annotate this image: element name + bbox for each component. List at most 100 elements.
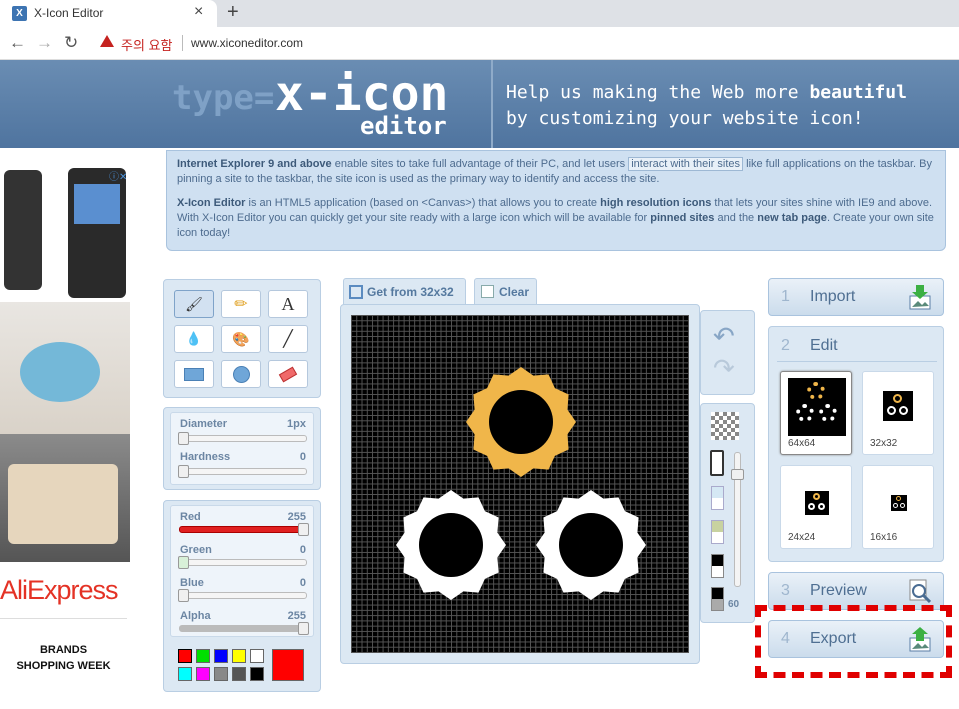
info-ie9-bold: Internet Explorer 9 and above [177,158,332,170]
color-swatch[interactable] [214,667,228,681]
size-64-thumbnail[interactable]: 64x64 [780,371,852,455]
eyedropper-icon: 💧 [185,331,203,346]
blue-slider-thumb[interactable] [178,589,189,602]
bg-option-white[interactable] [710,450,724,476]
brush-tool-button[interactable]: 🖌 [174,290,214,318]
color-swatch[interactable] [232,649,246,663]
transparent-bg-icon[interactable] [711,412,739,440]
icon-preview-64 [788,378,846,436]
gear-hole [419,513,483,577]
url-input[interactable]: www.xiconeditor.com [191,36,303,50]
ad-brands-text[interactable]: BRANDS SHOPPING WEEK [0,642,127,674]
zoom-slider[interactable] [731,452,744,587]
import-step-button[interactable]: 1 Import [768,278,944,316]
edit-step-number: 2 [781,337,790,354]
diameter-slider[interactable] [178,432,307,445]
size-16-label: 16x16 [870,532,898,543]
logo-type-text: type= [172,78,275,118]
preview-step-label: Preview [810,582,867,599]
toilet-seat-image [20,342,100,402]
green-slider[interactable] [178,556,307,569]
color-swatch[interactable] [250,649,264,663]
text-icon: A [281,293,295,314]
gear-white-preview-icon [819,404,837,422]
current-color[interactable] [272,649,304,681]
icon-preview-24 [805,491,829,515]
text-tool-button[interactable]: A [268,290,308,318]
hardness-slider[interactable] [178,465,307,478]
aliexpress-logo[interactable]: AliExpress [0,575,119,606]
gear-white-preview-icon [818,503,825,510]
eraser-icon [278,366,298,382]
zoom-slider-thumb[interactable] [731,469,744,480]
pencil-tool-button[interactable]: ✏ [221,290,261,318]
gear-white-preview-icon [900,503,905,508]
export-highlight-annotation [755,605,952,678]
palette-icon: 🎨 [232,330,250,347]
color-swatch[interactable] [250,667,264,681]
clear-button[interactable]: Clear [474,278,537,305]
bg-option-olive[interactable] [711,520,724,544]
diameter-slider-thumb[interactable] [178,432,189,445]
palette-tool-button[interactable]: 🎨 [221,325,261,353]
blue-slider[interactable] [178,589,307,602]
color-sliders: Red 255 Green 0 Blue 0 Alpha 255 [170,505,314,637]
reload-icon[interactable]: ↻ [64,33,78,53]
eraser-tool-button[interactable] [268,360,308,388]
color-swatch[interactable] [196,649,210,663]
header-divider [491,60,493,148]
size-24-thumbnail[interactable]: 24x24 [780,465,852,549]
bg-option-black[interactable] [711,554,724,578]
info-bold: high resolution icons [600,197,712,209]
close-tab-icon[interactable]: × [194,3,203,21]
color-swatch[interactable] [178,667,192,681]
import-step-number: 1 [781,288,790,305]
security-warning[interactable]: 주의 요함 [121,35,172,54]
pixel-canvas[interactable] [351,315,689,653]
browser-tab[interactable]: X X-Icon Editor × [0,0,217,27]
white-gear-right-icon [536,490,646,600]
size-32-thumbnail[interactable]: 32x32 [862,371,934,455]
eyedropper-tool-button[interactable]: 💧 [174,325,214,353]
gear-white-preview-icon [796,404,814,422]
redo-icon[interactable]: ↷ [713,353,735,384]
color-swatch[interactable] [214,649,228,663]
ad-divider [0,618,127,619]
color-swatch[interactable] [232,667,246,681]
ad-car-bed-image[interactable] [0,434,130,562]
get-from-32-button[interactable]: Get from 32x32 [343,278,466,305]
color-swatch[interactable] [196,667,210,681]
import-icon [909,285,931,310]
red-slider[interactable] [179,523,309,536]
alpha-label: Alpha [180,610,211,622]
red-label: Red [180,511,201,523]
back-icon[interactable]: ← [9,33,26,53]
hardness-slider-thumb[interactable] [178,465,189,478]
zoom-value: 60 [728,599,740,610]
bg-option-dark[interactable] [711,587,724,611]
green-slider-thumb[interactable] [178,556,189,569]
tagline-post: by customizing your website icon! [506,108,864,129]
new-tab-icon[interactable]: + [227,1,239,24]
color-panel: Red 255 Green 0 Blue 0 Alpha 255 [163,500,321,692]
alpha-slider[interactable] [179,622,309,635]
warning-icon[interactable] [100,35,114,47]
canvas-panel [340,304,700,664]
ad-column[interactable]: ⓘ✕ AliExpress BRANDS SHOPPING WEEK [0,164,140,709]
color-swatch[interactable] [178,649,192,663]
forward-icon[interactable]: → [36,33,53,53]
ad-toilet-image[interactable] [0,302,130,436]
circle-tool-button[interactable] [221,360,261,388]
rectangle-tool-button[interactable] [174,360,214,388]
adchoices-icon[interactable]: ⓘ✕ [109,168,127,183]
info-paragraph-1: Internet Explorer 9 and above enable sit… [177,157,935,187]
gear-hole [489,390,553,454]
bg-option-lightblue[interactable] [711,486,724,510]
ad-phone-image[interactable]: ⓘ✕ [0,164,133,300]
red-slider-thumb[interactable] [298,523,309,536]
size-16-thumbnail[interactable]: 16x16 [862,465,934,549]
undo-icon[interactable]: ↶ [713,321,735,352]
tagline: Help us making the Web more beautiful by… [506,80,946,132]
alpha-slider-thumb[interactable] [298,622,309,635]
line-tool-button[interactable]: ╱ [268,325,308,353]
